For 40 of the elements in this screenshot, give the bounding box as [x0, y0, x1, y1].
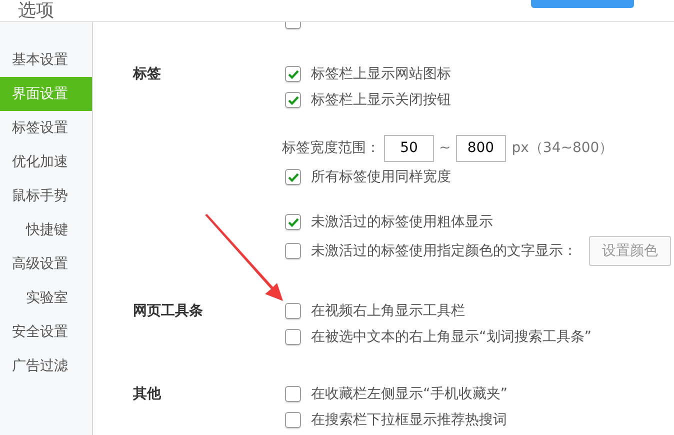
unit-range-text: px（34~800） [512, 138, 614, 158]
sidebar-item[interactable]: 基本设置 [0, 43, 92, 77]
checkmark-icon [288, 70, 298, 78]
checkbox[interactable] [285, 214, 301, 230]
sidebar-item[interactable]: 快捷键 [0, 213, 92, 247]
range-label: 标签宽度范围： [282, 138, 380, 158]
min-width-field[interactable]: 50 [384, 134, 434, 162]
option-label: 在搜索栏下拉框显示推荐热搜词 [311, 410, 507, 430]
option-label: 标签栏上显示关闭按钮 [311, 90, 451, 110]
sidebar-item[interactable]: 优化加速 [0, 145, 92, 179]
sidebar-item[interactable]: 鼠标手势 [0, 179, 92, 213]
option-label: 在被选中文本的右上角显示“划词搜索工具条” [311, 328, 592, 346]
sidebar-item[interactable]: 安全设置 [0, 315, 92, 349]
sidebar-item[interactable]: 标签设置 [0, 111, 92, 145]
option-label: 在收藏栏左侧显示“手机收藏夹” [311, 384, 508, 404]
checkbox[interactable] [285, 169, 301, 185]
sidebar-item[interactable]: 高级设置 [0, 247, 92, 281]
checkbox[interactable] [285, 412, 301, 428]
max-width-field[interactable]: 800 [456, 134, 506, 162]
checkmark-icon [288, 96, 298, 104]
option-label: 未激活过的标签使用粗体显示 [311, 212, 493, 232]
checkbox[interactable] [285, 329, 301, 345]
checkbox[interactable] [285, 92, 301, 108]
section-title: 标签 [133, 64, 161, 84]
option-label: 所有标签使用同样宽度 [311, 168, 451, 186]
section-title: 网页工具条 [133, 302, 203, 320]
checkbox[interactable] [285, 303, 301, 319]
tilde-separator: ~ [439, 138, 451, 158]
sidebar-item[interactable]: 实验室 [0, 281, 92, 315]
sidebar-item[interactable]: 广告过滤 [0, 349, 92, 383]
option-label: 未激活过的标签使用指定颜色的文字显示： [311, 242, 577, 260]
checkbox[interactable] [285, 243, 301, 259]
checkmark-icon [288, 172, 298, 182]
checkbox[interactable] [285, 66, 301, 82]
checkmark-icon [288, 218, 298, 226]
option-label: 在视频右上角显示工具栏 [311, 302, 465, 320]
checkbox[interactable] [285, 386, 301, 402]
window-title: 选项 [18, 0, 54, 22]
option-label: 标签栏上显示网站图标 [311, 64, 451, 84]
section-title: 其他 [133, 384, 161, 404]
